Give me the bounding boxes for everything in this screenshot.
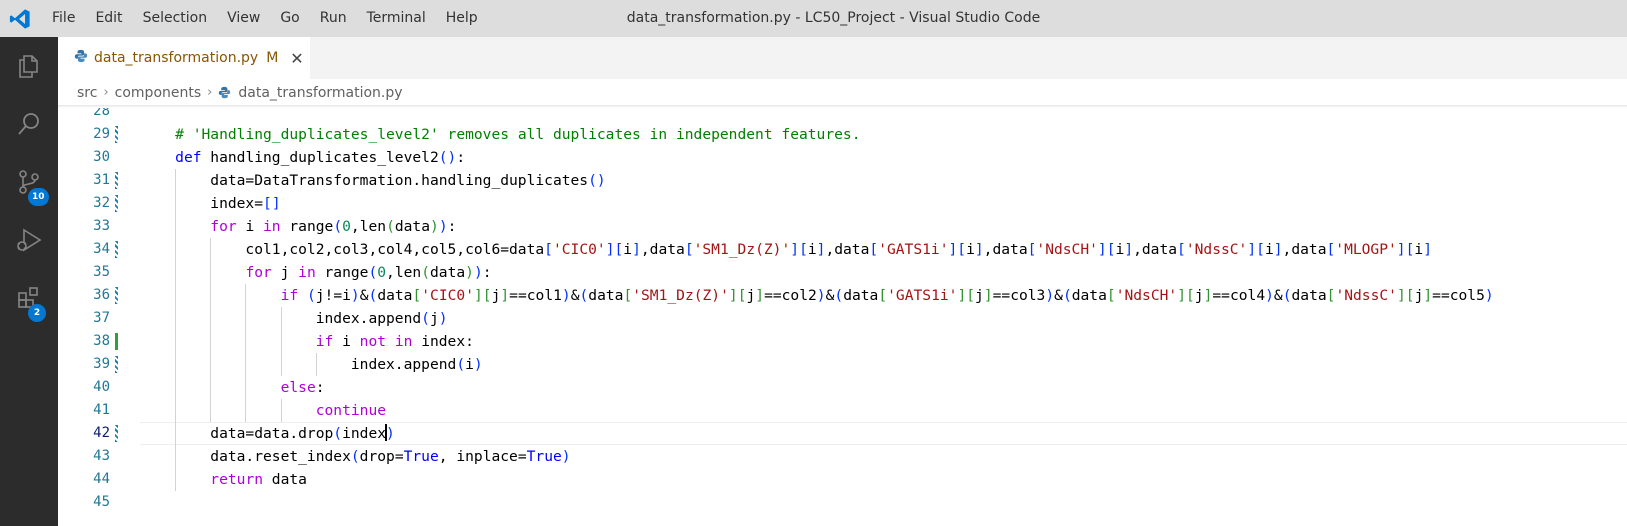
line-number: 38 [93,333,110,349]
git-change-indicator[interactable] [115,126,118,143]
menu-edit[interactable]: Edit [85,0,132,37]
code-line[interactable]: 31 data=DataTransformation.handling_dupl… [58,169,1627,192]
line-number: 34 [93,241,110,257]
git-change-indicator[interactable] [115,425,118,442]
menu-view[interactable]: View [217,0,270,37]
code-text: if (j!=i)&(data['CIC0'][j]==col1)&(data[… [280,287,1494,304]
menu-selection[interactable]: Selection [133,0,218,37]
git-change-indicator[interactable] [115,195,118,212]
code-line[interactable]: 37 index.append(j) [58,307,1627,330]
code-text: for j in range(0,len(data)): [245,264,492,281]
menu-run[interactable]: Run [310,0,357,37]
tab-bar: data_transformation.py M ✕ [58,37,1627,79]
code-line[interactable]: 44 return data [58,468,1627,491]
code-line[interactable]: 34 col1,col2,col3,col4,col5,col6=data['C… [58,238,1627,261]
code-text: if i not in index: [315,333,474,350]
menu-file[interactable]: File [42,0,85,37]
extensions-icon[interactable]: 2 [0,269,58,327]
breadcrumb-components[interactable]: components [115,85,202,101]
close-icon[interactable]: ✕ [290,49,303,68]
line-number: 43 [93,448,110,464]
code-text: else: [280,379,325,396]
tab-label: data_transformation.py [94,50,259,66]
line-number: 35 [93,264,110,280]
line-number: 42 [93,425,110,441]
code-text: data=DataTransformation.handling_duplica… [140,172,606,189]
code-text: # 'Handling_duplicates_level2' removes a… [175,126,861,143]
code-text: col1,col2,col3,col4,col5,col6=data['CIC0… [140,241,1432,258]
code-line[interactable]: 45 [58,491,1627,514]
code-line[interactable]: 29 # 'Handling_duplicates_level2' remove… [58,123,1627,146]
code-text: for i in range(0,len(data)): [210,218,457,235]
python-file-icon [218,86,231,99]
breadcrumb-src[interactable]: src [77,85,97,101]
line-number: 45 [93,494,110,510]
git-change-indicator[interactable] [115,356,118,373]
menu-go[interactable]: Go [270,0,309,37]
line-number: 28 [93,108,110,119]
vscode-logo-icon[interactable] [0,0,40,37]
code-text: index.append(i) [140,356,483,373]
line-number: 29 [93,126,110,142]
source-control-icon[interactable]: 10 [0,153,58,211]
code-text: return data [210,471,307,488]
code-line[interactable]: 39 index.append(i) [58,353,1627,376]
code-text: continue [315,402,387,419]
source-control-badge: 10 [28,188,49,206]
code-line[interactable]: 30 def handling_duplicates_level2(): [58,146,1627,169]
git-change-indicator[interactable] [115,287,118,304]
chevron-right-icon: › [103,85,109,100]
files-icon[interactable] [0,37,58,95]
line-number: 37 [93,310,110,326]
menu-bar: File Edit Selection View Go Run Terminal… [42,0,488,37]
code-text: data=data.drop(index) [140,424,395,442]
line-number: 33 [93,218,110,234]
line-number: 30 [93,149,110,165]
menu-help[interactable]: Help [436,0,488,37]
code-line[interactable]: 43 data.reset_index(drop=True, inplace=T… [58,445,1627,468]
modified-indicator: M [266,50,279,66]
code-text: index=[] [140,195,281,212]
line-number: 39 [93,356,110,372]
line-number: 32 [93,195,110,211]
menu-terminal[interactable]: Terminal [357,0,436,37]
breadcrumb-file[interactable]: data_transformation.py [238,85,402,101]
tab-data-transformation[interactable]: data_transformation.py M ✕ [58,37,310,79]
run-debug-icon[interactable] [0,211,58,269]
activity-bar: 10 2 [0,37,58,526]
breadcrumb: src › components › data_transformation.p… [58,79,1627,106]
code-line[interactable]: 33 for i in range(0,len(data)): [58,215,1627,238]
code-text: data.reset_index(drop=True, inplace=True… [140,448,571,465]
code-line[interactable]: 41 continue [58,399,1627,422]
code-line[interactable]: 38 if i not in index: [58,330,1627,353]
code-line[interactable]: 32 index=[] [58,192,1627,215]
git-change-indicator[interactable] [115,333,118,350]
git-change-indicator[interactable] [115,172,118,189]
title-bar: File Edit Selection View Go Run Terminal… [0,0,1627,37]
code-text: index.append(j) [140,310,448,327]
line-number: 40 [93,379,110,395]
code-line[interactable]: 36 if (j!=i)&(data['CIC0'][j]==col1)&(da… [58,284,1627,307]
python-file-icon [74,49,88,67]
chevron-right-icon: › [207,85,213,100]
git-change-indicator[interactable] [115,241,118,258]
code-text: def handling_duplicates_level2(): [175,149,466,166]
code-line[interactable]: 28 [58,108,1627,123]
code-line[interactable]: 35 for j in range(0,len(data)): [58,261,1627,284]
extensions-badge: 2 [28,304,46,322]
search-icon[interactable] [0,95,58,153]
code-line[interactable]: 42 data=data.drop(index) [58,422,1627,445]
code-line[interactable]: 40 else: [58,376,1627,399]
code-editor[interactable]: 28 29 # 'Handling_duplicates_level2' remo… [58,108,1627,526]
line-number: 44 [93,471,110,487]
line-number: 31 [93,172,110,188]
line-number: 41 [93,402,110,418]
line-number: 36 [93,287,110,303]
